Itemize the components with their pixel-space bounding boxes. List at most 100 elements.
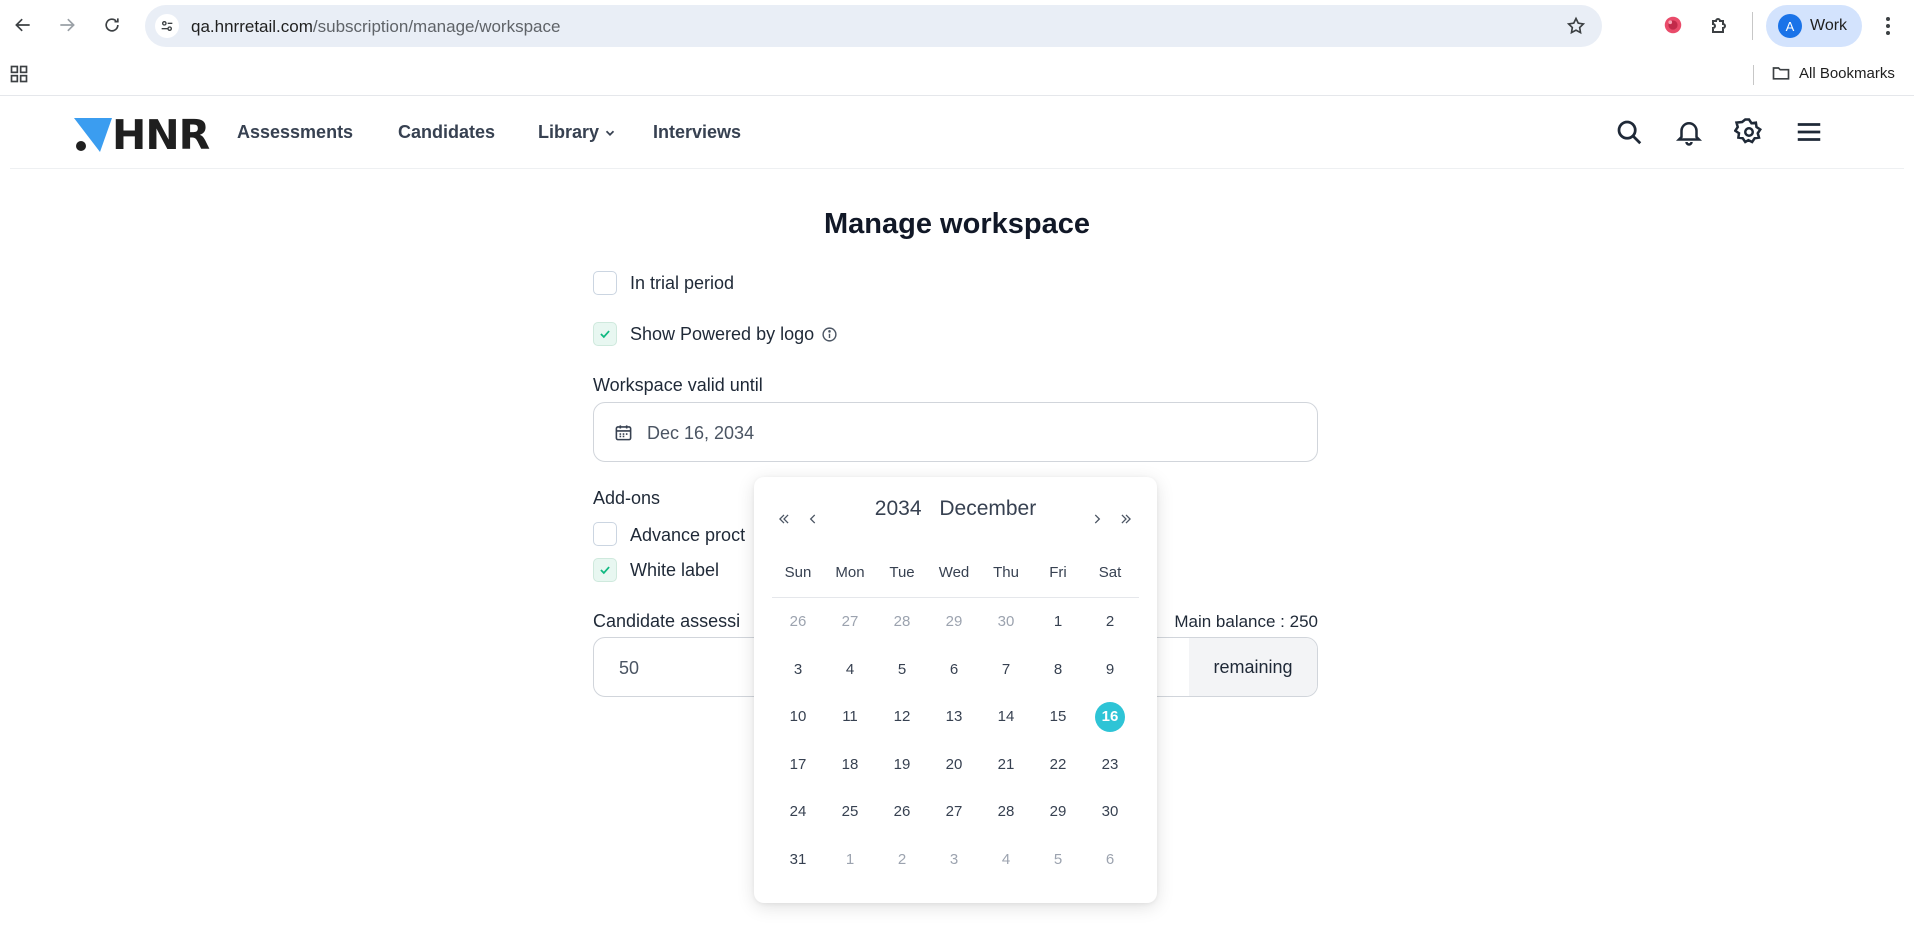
nav-candidates[interactable]: Candidates	[398, 122, 495, 143]
site-settings-icon[interactable]	[155, 14, 179, 38]
weekday-header: Tue	[889, 564, 915, 581]
calendar-day[interactable]: 4	[991, 845, 1021, 875]
forward-icon[interactable]	[52, 10, 82, 40]
all-bookmarks-label: All Bookmarks	[1799, 64, 1895, 82]
info-icon[interactable]	[821, 326, 838, 343]
calendar-day[interactable]: 8	[1043, 655, 1073, 685]
in-trial-label: In trial period	[630, 273, 735, 293]
calendar-day[interactable]: 7	[991, 655, 1021, 685]
valid-until-label: Workspace valid until	[593, 375, 763, 395]
date-picker-popup: 2034 December Sun Mon Tue Wed Thu Fri Sat 26 27…	[754, 477, 1157, 903]
valid-until-date-input[interactable]: Dec 16, 2034	[593, 402, 1318, 462]
calendar-day[interactable]: 9	[1095, 655, 1125, 685]
calendar-year[interactable]: 2034	[875, 497, 922, 520]
calendar-day[interactable]: 12	[887, 702, 917, 732]
address-bar[interactable]: qa.hnrretail.com/subscription/manage/wor…	[145, 5, 1602, 47]
remaining-suffix: remaining	[1189, 638, 1317, 696]
calendar-day[interactable]: 18	[835, 750, 865, 780]
calendar-day[interactable]: 2	[1095, 607, 1125, 637]
calendar-day[interactable]: 19	[887, 750, 917, 780]
calendar-day[interactable]: 28	[991, 797, 1021, 827]
next-month-icon[interactable]	[1087, 509, 1107, 529]
calendar-day[interactable]: 26	[783, 607, 813, 637]
nav-interviews[interactable]: Interviews	[653, 122, 741, 143]
calendar-day[interactable]: 22	[1043, 750, 1073, 780]
hnr-logo[interactable]: HNR	[72, 115, 214, 156]
toolbar-divider	[1752, 12, 1753, 40]
calendar-day[interactable]: 6	[939, 655, 969, 685]
page-title: Manage workspace	[824, 208, 1090, 240]
bookmarks-bar: All Bookmarks	[0, 52, 1914, 96]
calendar-day[interactable]: 2	[887, 845, 917, 875]
apps-grid-icon[interactable]	[9, 64, 29, 84]
reload-icon[interactable]	[97, 10, 127, 40]
weekday-header: Sat	[1098, 564, 1122, 581]
calendar-day[interactable]: 1	[835, 845, 865, 875]
advance-proctoring-checkbox[interactable]	[593, 522, 617, 546]
calendar-day[interactable]: 27	[939, 797, 969, 827]
calendar-day[interactable]: 30	[1095, 797, 1125, 827]
calendar-day[interactable]: 17	[783, 750, 813, 780]
profile-button[interactable]: A Work	[1766, 5, 1862, 47]
calendar-day[interactable]: 1	[1043, 607, 1073, 637]
main-balance-label: Main balance : 250	[1174, 612, 1318, 631]
calendar-day[interactable]: 28	[887, 607, 917, 637]
hamburger-menu-icon[interactable]	[1794, 117, 1824, 147]
all-bookmarks-button[interactable]: All Bookmarks	[1771, 63, 1895, 83]
calendar-month[interactable]: December	[939, 497, 1036, 520]
weekday-header: Mon	[835, 564, 865, 581]
calendar-day[interactable]: 26	[887, 797, 917, 827]
url-text[interactable]: qa.hnrretail.com/subscription/manage/wor…	[191, 17, 560, 37]
next-year-icon[interactable]	[1116, 509, 1136, 529]
calendar-day[interactable]: 11	[835, 702, 865, 732]
calendar-day[interactable]: 5	[1043, 845, 1073, 875]
bookmark-star-icon[interactable]	[1566, 16, 1586, 36]
bookmarks-divider	[1753, 65, 1754, 85]
calendar-divider	[772, 597, 1139, 598]
calendar-day[interactable]: 4	[835, 655, 865, 685]
calendar-day[interactable]: 23	[1095, 750, 1125, 780]
calendar-day[interactable]: 13	[939, 702, 969, 732]
calendar-day[interactable]: 5	[887, 655, 917, 685]
calendar-day[interactable]: 30	[991, 607, 1021, 637]
nav-assessments[interactable]: Assessments	[237, 122, 353, 143]
weekday-header: Fri	[1049, 564, 1067, 581]
in-trial-checkbox[interactable]	[593, 271, 617, 295]
calendar-day[interactable]: 3	[783, 655, 813, 685]
search-icon[interactable]	[1614, 117, 1644, 147]
calendar-day[interactable]: 14	[991, 702, 1021, 732]
extension-icon[interactable]	[1662, 14, 1684, 36]
logo-mark-icon	[74, 118, 112, 152]
calendar-day[interactable]: 29	[939, 607, 969, 637]
back-icon[interactable]	[8, 10, 38, 40]
check-icon	[600, 566, 610, 575]
powered-by-checkbox[interactable]	[593, 322, 617, 346]
gear-icon[interactable]	[1734, 117, 1764, 147]
powered-by-label: Show Powered by logo	[630, 324, 815, 344]
more-menu-icon[interactable]	[1876, 12, 1900, 40]
calendar-day[interactable]: 29	[1043, 797, 1073, 827]
white-label-checkbox[interactable]	[593, 558, 617, 582]
chevron-down-icon	[605, 130, 615, 136]
calendar-day[interactable]: 25	[835, 797, 865, 827]
calendar-day[interactable]: 24	[783, 797, 813, 827]
extensions-puzzle-icon[interactable]	[1708, 13, 1732, 37]
calendar-day[interactable]: 27	[835, 607, 865, 637]
calendar-day[interactable]: 3	[939, 845, 969, 875]
folder-icon	[1772, 67, 1790, 80]
weekday-header: Wed	[938, 564, 970, 581]
calendar-day[interactable]: 20	[939, 750, 969, 780]
calendar-day[interactable]: 15	[1043, 702, 1073, 732]
calendar-day-selected[interactable]: 16	[1095, 702, 1125, 732]
calendar-day[interactable]: 31	[783, 845, 813, 875]
nav-library-label: Library	[538, 122, 600, 142]
calendar-day[interactable]: 6	[1095, 845, 1125, 875]
calendar-day[interactable]: 21	[991, 750, 1021, 780]
weekday-header: Sun	[784, 564, 812, 581]
bell-icon[interactable]	[1674, 117, 1704, 147]
app-header: HNR Assessments Candidates Library Inter…	[10, 97, 1904, 169]
white-label-label: White label	[630, 560, 720, 580]
profile-name: Work	[1810, 17, 1848, 34]
calendar-day[interactable]: 10	[783, 702, 813, 732]
nav-library[interactable]: Library	[538, 122, 617, 143]
